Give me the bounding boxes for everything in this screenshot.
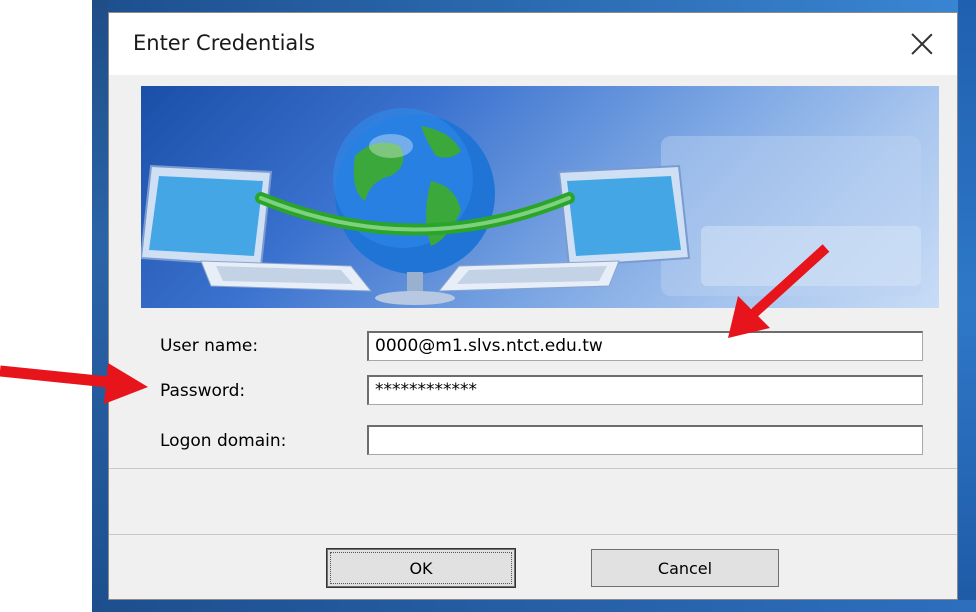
logon-domain-input[interactable] <box>367 425 923 455</box>
username-input[interactable]: 0000@m1.slvs.ntct.edu.tw <box>367 331 923 361</box>
username-label: User name: <box>160 336 259 356</box>
desktop-background <box>92 600 976 612</box>
globe-icon <box>333 108 495 274</box>
network-banner-image <box>141 86 939 308</box>
divider <box>109 534 957 535</box>
divider <box>109 468 957 469</box>
network-illustration <box>141 108 921 305</box>
desktop-background <box>958 0 976 612</box>
credentials-dialog: Enter Credentials User name: 0000@m1.slv… <box>108 12 958 600</box>
password-input[interactable]: ************ <box>367 375 923 405</box>
title-bar: Enter Credentials <box>109 13 957 75</box>
desktop-background <box>92 0 108 612</box>
close-icon[interactable] <box>905 27 939 61</box>
desktop-background <box>92 0 976 12</box>
cancel-button[interactable]: Cancel <box>591 549 779 587</box>
domain-label: Logon domain: <box>160 431 287 451</box>
dialog-title: Enter Credentials <box>133 31 316 55</box>
password-label: Password: <box>160 381 246 401</box>
ok-button[interactable]: OK <box>327 549 515 587</box>
